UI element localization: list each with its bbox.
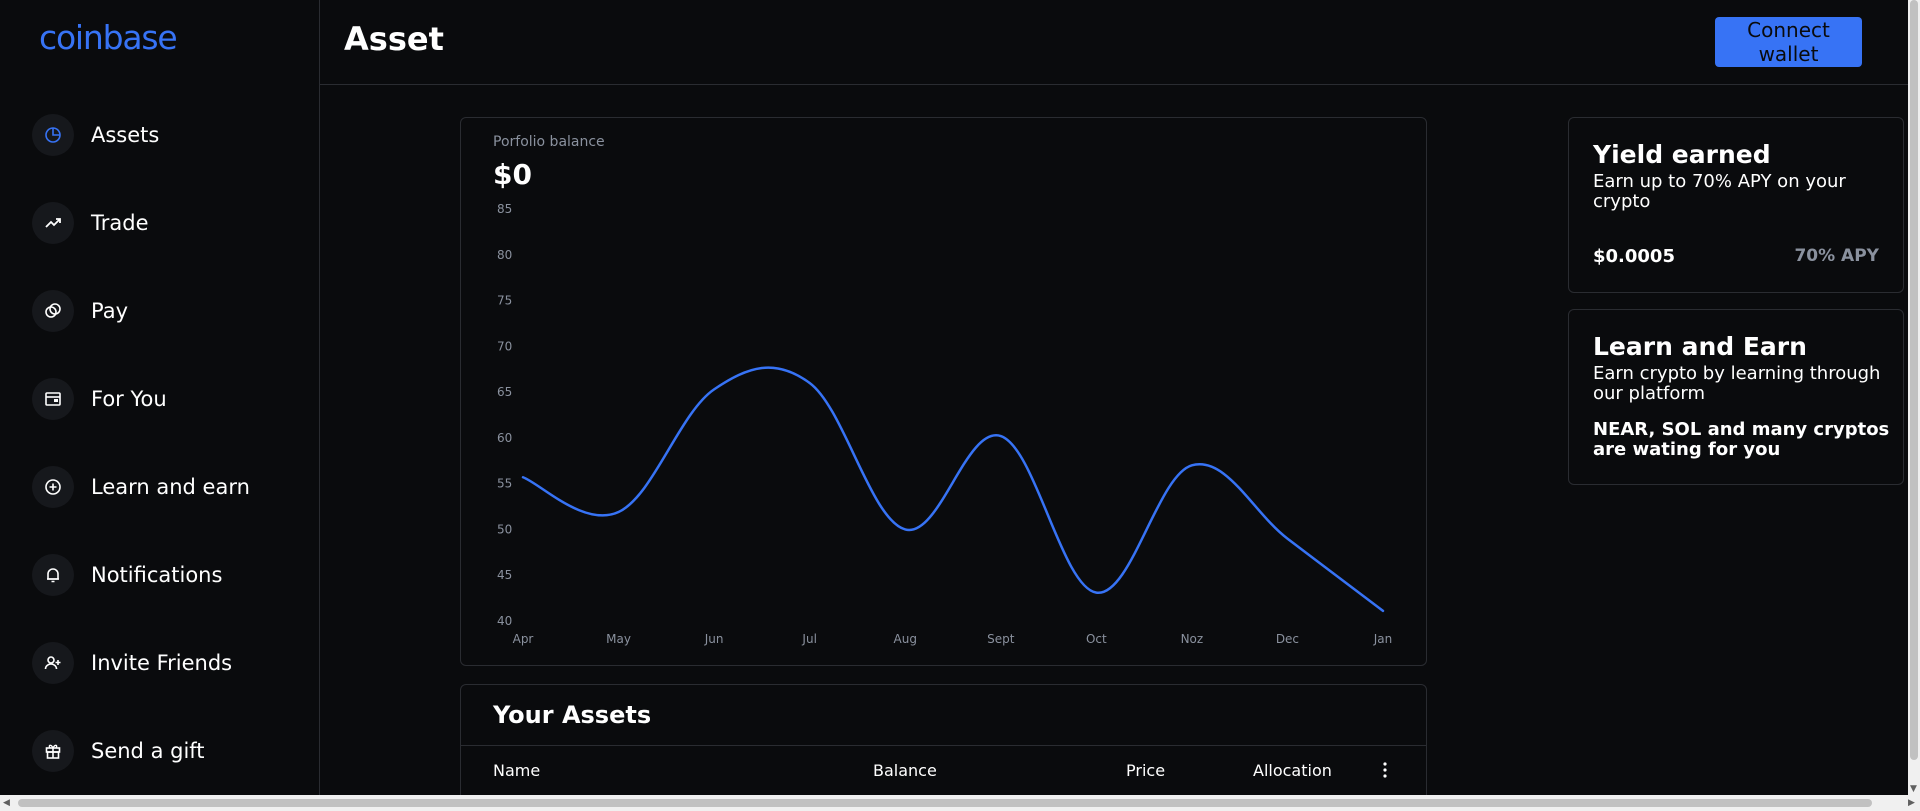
- x-tick-label: Jul: [801, 632, 816, 646]
- series-line: [521, 366, 1385, 613]
- sidebar-item-pay[interactable]: Pay: [32, 289, 128, 333]
- horizontal-scroll-thumb[interactable]: [18, 799, 1872, 807]
- y-tick-label: 45: [497, 568, 512, 582]
- sidebar-item-trade[interactable]: Trade: [32, 201, 149, 245]
- y-tick-label: 65: [497, 385, 512, 399]
- x-tick-label: Aug: [894, 632, 917, 646]
- sidebar-item-label: Send a gift: [91, 739, 205, 763]
- x-tick-label: May: [606, 632, 631, 646]
- sidebar-item-label: Notifications: [91, 563, 223, 587]
- column-header-balance[interactable]: Balance: [873, 761, 937, 780]
- learn-and-earn-card: Learn and Earn Earn crypto by learning t…: [1568, 309, 1904, 485]
- column-header-allocation[interactable]: Allocation: [1253, 761, 1332, 780]
- x-tick-label: Noz: [1181, 632, 1204, 646]
- x-tick-label: Jan: [1373, 632, 1393, 646]
- horizontal-scrollbar[interactable]: ◀ ▶: [0, 795, 1920, 811]
- top-bar: Asset Connect wallet: [320, 0, 1908, 85]
- column-header-name[interactable]: Name: [493, 761, 540, 780]
- sidebar-item-assets[interactable]: Assets: [32, 113, 159, 157]
- trend-up-icon: [32, 202, 74, 244]
- y-tick-label: 85: [497, 202, 512, 216]
- sidebar-item-label: For You: [91, 387, 167, 411]
- y-tick-label: 80: [497, 248, 512, 262]
- y-tick-label: 55: [497, 477, 512, 491]
- yield-earned-card: Yield earned Earn up to 70% APY on your …: [1568, 117, 1904, 293]
- sidebar-item-invite-friends[interactable]: Invite Friends: [32, 641, 232, 685]
- plus-circle-icon: [32, 466, 74, 508]
- sidebar-item-label: Trade: [91, 211, 149, 235]
- vertical-scroll-thumb[interactable]: [1910, 0, 1918, 760]
- sidebar-item-send-a-gift[interactable]: Send a gift: [32, 729, 205, 773]
- learn-card-title: Learn and Earn: [1593, 332, 1807, 361]
- assets-divider: [461, 745, 1426, 746]
- yield-apy: 70% APY: [1794, 246, 1879, 266]
- yield-card-text: Earn up to 70% APY on your crypto: [1593, 171, 1846, 212]
- scroll-right-icon[interactable]: ▶: [1908, 798, 1915, 808]
- learn-card-text: Earn crypto by learning through our plat…: [1593, 363, 1881, 404]
- y-tick-label: 70: [497, 339, 512, 353]
- portfolio-chart-card: Porfolio balance $0 85 80 75 70 65 60 55 50 45 40…: [460, 117, 1427, 666]
- yield-amount: $0.0005: [1593, 246, 1675, 267]
- x-tick-label: Jun: [704, 632, 724, 646]
- your-assets-card: Your Assets Name Balance Price Allocatio…: [460, 684, 1427, 804]
- x-tick-label: Apr: [513, 632, 534, 646]
- vertical-scrollbar[interactable]: ▼: [1908, 0, 1920, 795]
- user-plus-icon: [32, 642, 74, 684]
- sidebar-item-label: Pay: [91, 299, 129, 323]
- yield-card-title: Yield earned: [1593, 140, 1771, 169]
- page-title: Asset: [344, 20, 444, 58]
- learn-card-bold-text: NEAR, SOL and many cryptos are wating fo…: [1593, 419, 1890, 460]
- assets-title: Your Assets: [493, 701, 652, 729]
- sidebar-item-label: Assets: [91, 123, 160, 147]
- y-tick-label: 40: [497, 614, 512, 628]
- column-header-price[interactable]: Price: [1126, 761, 1165, 780]
- coins-icon: [32, 290, 74, 332]
- sidebar-item-for-you[interactable]: For You: [32, 377, 167, 421]
- portfolio-line-chart: 85 80 75 70 65 60 55 50 45 40 Apr May Jun Jul Aug Sept…: [497, 202, 1393, 646]
- x-tick-label: Oct: [1086, 632, 1107, 646]
- scroll-left-icon[interactable]: ◀: [3, 798, 10, 808]
- scroll-down-icon[interactable]: ▼: [1910, 784, 1917, 794]
- sidebar-item-learn-and-earn[interactable]: Learn and earn: [32, 465, 250, 509]
- pie-chart-icon: [32, 114, 74, 156]
- x-tick-label: Dec: [1276, 632, 1299, 646]
- y-tick-label: 50: [497, 522, 512, 536]
- x-tick-label: Sept: [987, 632, 1015, 646]
- browser-icon: [32, 378, 74, 420]
- sidebar-item-label: Learn and earn: [91, 475, 250, 499]
- y-tick-label: 75: [497, 294, 512, 308]
- bell-icon: [32, 554, 74, 596]
- y-tick-label: 60: [497, 431, 512, 445]
- coinbase-logo[interactable]: coinbase: [39, 18, 178, 57]
- connect-wallet-button[interactable]: Connect wallet: [1715, 17, 1862, 67]
- sidebar: coinbase Assets Trade Pay For You Learn …: [0, 0, 320, 795]
- sidebar-item-notifications[interactable]: Notifications: [32, 553, 222, 597]
- sidebar-item-label: Invite Friends: [91, 651, 233, 675]
- more-options-icon[interactable]: [1381, 761, 1389, 783]
- gift-icon: [32, 730, 74, 772]
